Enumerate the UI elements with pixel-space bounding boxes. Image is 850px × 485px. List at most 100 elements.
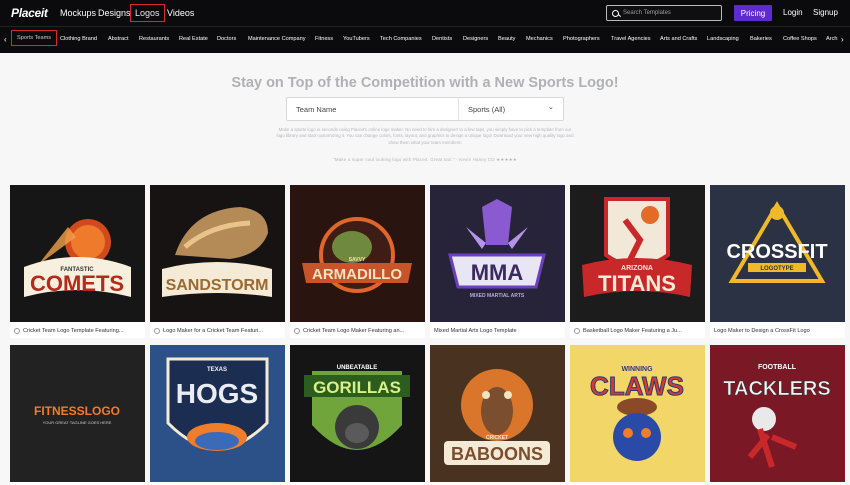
svg-text:FITNESSLOGO: FITNESSLOGO: [34, 404, 120, 418]
template-thumbnail[interactable]: CROSSFIT LOGOTYPE: [710, 185, 845, 322]
nav-item-logos[interactable]: Logos: [130, 0, 165, 26]
search-icon: [612, 9, 619, 17]
category-item[interactable]: Travel Agencies: [611, 36, 651, 42]
template-card[interactable]: FOOTBALL TACKLERS: [710, 345, 845, 485]
svg-text:UNBEATABLE: UNBEATABLE: [337, 365, 377, 371]
category-bar: ‹ Sports Teams Clothing Brand Abstract R…: [0, 26, 850, 53]
page-headline: Stay on Top of the Competition with a Ne…: [231, 75, 619, 91]
category-item[interactable]: Coffee Shops: [783, 36, 817, 42]
category-item[interactable]: Bakeries: [750, 36, 772, 42]
category-item[interactable]: Doctors: [217, 36, 236, 42]
logo-search-form: Team Name Sports (All) ⌄: [286, 97, 564, 121]
nav-item-designs[interactable]: Designs: [94, 0, 135, 26]
svg-text:TEXAS: TEXAS: [207, 265, 227, 271]
template-thumbnail[interactable]: MMA MIXED MARTIAL ARTS: [430, 185, 565, 322]
category-item[interactable]: Arts and Crafts: [660, 36, 697, 42]
team-name-input[interactable]: Team Name: [296, 105, 336, 114]
nav-item-videos[interactable]: Videos: [163, 0, 198, 26]
template-caption[interactable]: Basketball Logo Maker Featuring a Ju...: [570, 323, 705, 338]
template-caption[interactable]: Logo Maker for a Cricket Team Featuri...: [150, 323, 285, 338]
svg-text:WINNING: WINNING: [621, 366, 653, 373]
template-caption[interactable]: Cricket Team Logo Maker Featuring an...: [290, 323, 425, 338]
category-item[interactable]: YouTubers: [343, 36, 370, 42]
svg-text:TEXAS: TEXAS: [207, 367, 227, 373]
category-item[interactable]: Designers: [463, 36, 488, 42]
template-thumbnail[interactable]: SANDSTORM TEXAS: [150, 185, 285, 322]
svg-text:SANDSTORM: SANDSTORM: [166, 277, 269, 294]
template-card[interactable]: GORILLAS UNBEATABLE: [290, 345, 425, 485]
category-item[interactable]: Beauty: [498, 36, 515, 42]
category-item[interactable]: Photographers: [563, 36, 600, 42]
category-item[interactable]: Tech Companies: [380, 36, 422, 42]
template-card[interactable]: COMETS FANTASTIC Cricket Team Logo Templ…: [10, 185, 145, 338]
play-icon: [14, 327, 20, 334]
signup-link[interactable]: Signup: [813, 8, 838, 17]
description-text: Make a sports logo in seconds using Plac…: [276, 127, 574, 145]
svg-text:LOGOTYPE: LOGOTYPE: [760, 266, 793, 272]
play-icon: [294, 327, 300, 334]
svg-text:MIXED MARTIAL ARTS: MIXED MARTIAL ARTS: [470, 293, 525, 299]
svg-text:MMA: MMA: [471, 260, 524, 285]
template-caption[interactable]: Cricket Team Logo Template Featuring...: [10, 323, 145, 338]
svg-text:CROSSFIT: CROSSFIT: [726, 241, 827, 263]
template-thumbnail[interactable]: CLAWS WINNING: [570, 345, 705, 482]
svg-text:FOOTBALL: FOOTBALL: [758, 364, 797, 371]
divider: [458, 98, 459, 120]
template-card[interactable]: HOGS TEXAS: [150, 345, 285, 485]
category-item[interactable]: Clothing Brand: [60, 36, 97, 42]
svg-text:CLAWS: CLAWS: [590, 371, 684, 401]
search-input[interactable]: Search Templates: [606, 5, 722, 21]
login-link[interactable]: Login: [783, 8, 803, 17]
template-card[interactable]: FITNESSLOGO YOUR GREAT TAGLINE GOES HERE: [10, 345, 145, 485]
category-item[interactable]: Maintenance Company: [248, 36, 306, 42]
play-icon: [574, 327, 580, 334]
pricing-button[interactable]: Pricing: [734, 5, 772, 21]
template-card[interactable]: BABOONS CRICKET: [430, 345, 565, 485]
template-card[interactable]: CROSSFIT LOGOTYPE Logo Maker to Design a…: [710, 185, 845, 338]
template-caption[interactable]: Mixed Martial Arts Logo Template: [430, 323, 565, 338]
category-item[interactable]: Dentists: [432, 36, 452, 42]
category-item[interactable]: Mechanics: [526, 36, 553, 42]
svg-text:HOGS: HOGS: [176, 378, 258, 409]
category-item[interactable]: Real Estate: [179, 36, 208, 42]
svg-text:ARMADILLO: ARMADILLO: [312, 266, 402, 283]
svg-text:CRICKET: CRICKET: [486, 435, 508, 441]
template-card[interactable]: MMA MIXED MARTIAL ARTS Mixed Martial Art…: [430, 185, 565, 338]
template-thumbnail[interactable]: COMETS FANTASTIC: [10, 185, 145, 322]
chevron-right-icon[interactable]: ›: [841, 35, 844, 44]
play-icon: [154, 327, 160, 334]
svg-text:YOUR GREAT TAGLINE GOES HERE: YOUR GREAT TAGLINE GOES HERE: [43, 420, 112, 425]
placeit-logo[interactable]: Placeit: [11, 6, 48, 20]
svg-text:COMETS: COMETS: [30, 271, 124, 296]
template-card[interactable]: ARMADILLO SAVVY Cricket Team Logo Maker …: [290, 185, 425, 338]
top-navbar: Placeit Mockups Designs Logos Videos Sea…: [0, 0, 850, 26]
template-thumbnail[interactable]: TITANS ARIZONA: [570, 185, 705, 322]
svg-text:TACKLERS: TACKLERS: [723, 378, 830, 400]
template-thumbnail[interactable]: GORILLAS UNBEATABLE: [290, 345, 425, 482]
chevron-down-icon[interactable]: ⌄: [548, 103, 554, 111]
template-card[interactable]: CLAWS WINNING: [570, 345, 705, 485]
category-item[interactable]: Arch: [826, 36, 838, 42]
category-item[interactable]: Landscaping: [707, 36, 739, 42]
template-card[interactable]: TITANS ARIZONA Basketball Logo Maker Fea…: [570, 185, 705, 338]
svg-text:SAVVY: SAVVY: [349, 257, 366, 263]
category-item[interactable]: Abstract: [108, 36, 129, 42]
chevron-left-icon[interactable]: ‹: [4, 35, 7, 44]
category-sports-teams[interactable]: Sports Teams: [11, 30, 58, 46]
template-card[interactable]: SANDSTORM TEXAS Logo Maker for a Cricket…: [150, 185, 285, 338]
svg-text:BABOONS: BABOONS: [451, 444, 543, 464]
sport-select[interactable]: Sports (All): [468, 105, 505, 114]
svg-text:GORILLAS: GORILLAS: [313, 378, 401, 397]
svg-text:FANTASTIC: FANTASTIC: [60, 267, 94, 273]
template-thumbnail[interactable]: FOOTBALL TACKLERS: [710, 345, 845, 482]
category-item[interactable]: Restaurants: [139, 36, 169, 42]
template-thumbnail[interactable]: FITNESSLOGO YOUR GREAT TAGLINE GOES HERE: [10, 345, 145, 482]
template-thumbnail[interactable]: HOGS TEXAS: [150, 345, 285, 482]
svg-text:TITANS: TITANS: [598, 271, 676, 296]
template-thumbnail[interactable]: ARMADILLO SAVVY: [290, 185, 425, 322]
category-item[interactable]: Fitness: [315, 36, 333, 42]
template-thumbnail[interactable]: BABOONS CRICKET: [430, 345, 565, 482]
testimonial-quote: "Make a super cool looking logo with Pla…: [333, 157, 517, 162]
svg-text:ARIZONA: ARIZONA: [621, 265, 653, 272]
template-caption[interactable]: Logo Maker to Design a CrossFit Logo: [710, 323, 845, 338]
